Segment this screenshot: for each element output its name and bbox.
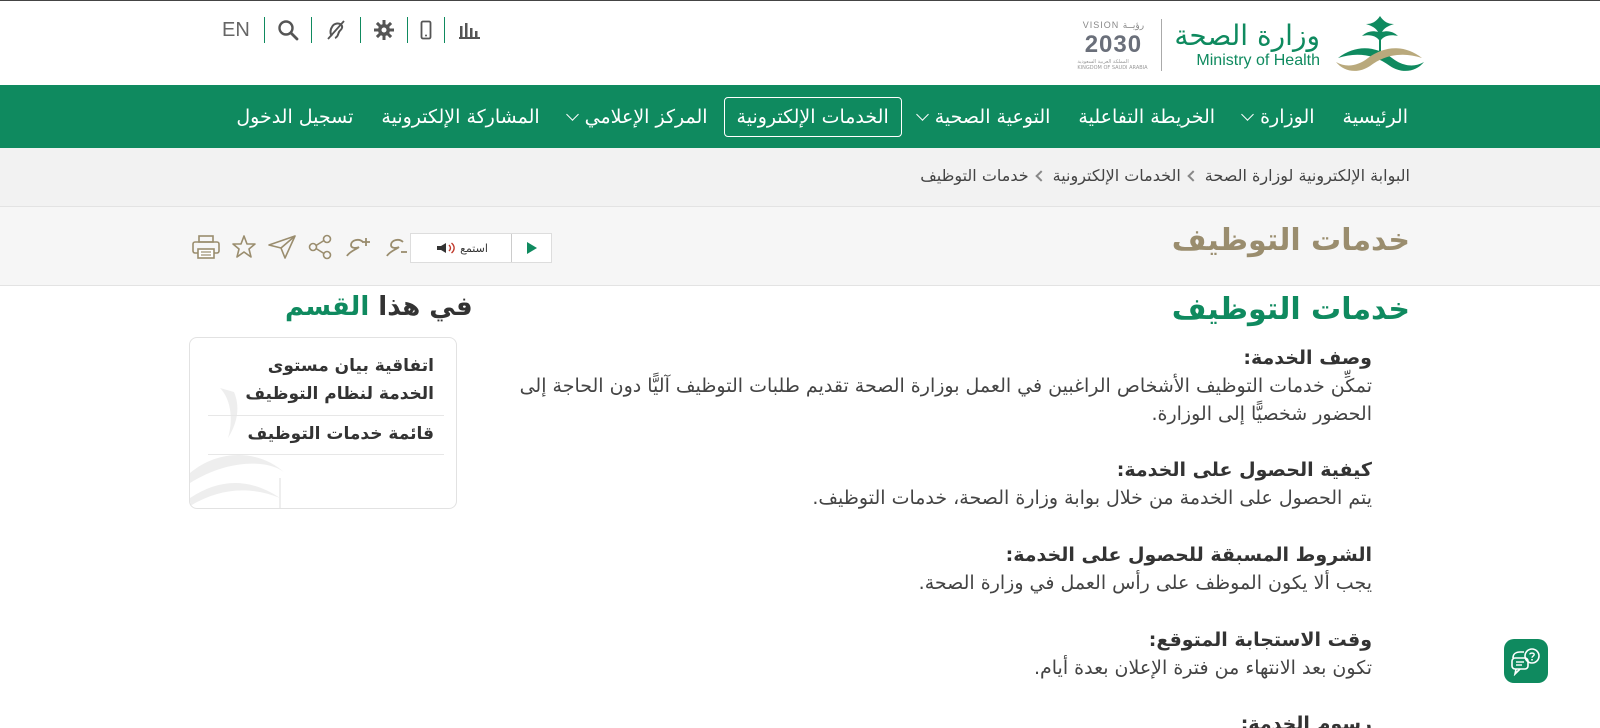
- font-decrease-icon: [386, 238, 407, 257]
- nav-item-ministry[interactable]: الوزارة: [1231, 98, 1326, 136]
- vision-sub-text: المملكة العربية السعودية KINGDOM OF SAUD…: [1077, 58, 1148, 71]
- palm-swords-logo-icon: [1336, 16, 1424, 71]
- section-service-fees: رسوم الخدمة:: [476, 710, 1372, 728]
- stats-chart-icon: [458, 23, 480, 39]
- sidebar-box: اتفاقية بيان مستوى الخدمة لنظام التوظيف …: [189, 337, 457, 509]
- listen-label-wrap: استمع: [411, 241, 511, 255]
- page-actions: [190, 229, 412, 265]
- section-text: يجب ألا يكون الموظف على رأس العمل في وزا…: [918, 572, 1372, 594]
- chevron-down-icon: [1241, 107, 1254, 121]
- section-service-description: وصف الخدمة: تمكِّن خدمات التوظيف الأشخاص…: [476, 344, 1372, 428]
- font-increase-icon: [346, 238, 370, 257]
- nav-item-login[interactable]: تسجيل الدخول: [224, 98, 365, 136]
- nav-item-e-participation[interactable]: المشاركة الإلكترونية: [369, 98, 551, 136]
- nav-item-label: الخدمات الإلكترونية: [736, 105, 889, 128]
- nav-item-interactive-map[interactable]: الخريطة التفاعلية: [1066, 98, 1227, 136]
- nav-item-label: الخريطة التفاعلية: [1078, 105, 1216, 128]
- breadcrumb: البوابة الإلكترونية لوزارة الصحة الخدمات…: [920, 166, 1410, 185]
- sidebar-link-sla-agreement[interactable]: اتفاقية بيان مستوى الخدمة لنظام التوظيف: [224, 352, 434, 408]
- send-icon: [268, 235, 296, 259]
- section-how-to-obtain: كيفية الحصول على الخدمة: يتم الحصول على …: [476, 456, 1372, 512]
- settings-button[interactable]: [361, 16, 407, 44]
- print-button[interactable]: [190, 231, 222, 263]
- content-title: خدمات التوظيف: [1171, 292, 1410, 327]
- font-decrease-button[interactable]: [380, 231, 412, 263]
- language-switch-link[interactable]: EN: [218, 19, 264, 42]
- section-prerequisites: الشروط المسبقة للحصول على الخدمة: يجب أل…: [476, 541, 1372, 597]
- logo-arabic-text: وزارة الصحة: [1174, 18, 1320, 52]
- page-title: خدمات التوظيف: [1171, 223, 1410, 258]
- font-increase-button[interactable]: [342, 231, 374, 263]
- nav-list: الرئيسية الوزارة الخريطة التفاعلية التوع…: [224, 85, 1420, 148]
- sidebar-title-dark: في هذا: [378, 292, 473, 322]
- page-title-bar: خدمات التوظيف استمع: [0, 206, 1600, 286]
- search-icon: [278, 20, 299, 41]
- breadcrumb-link-e-services[interactable]: الخدمات الإلكترونية: [1053, 166, 1181, 185]
- play-button[interactable]: [511, 234, 551, 262]
- chevron-down-icon: [915, 107, 929, 121]
- sidebar-link-services-list[interactable]: قائمة خدمات التوظيف: [224, 420, 434, 448]
- chevron-down-icon: [565, 107, 579, 121]
- nav-item-home[interactable]: الرئيسية: [1331, 98, 1420, 136]
- section-heading: الشروط المسبقة للحصول على الخدمة:: [1005, 544, 1372, 566]
- nav-item-health-awareness[interactable]: التوعية الصحية: [906, 98, 1063, 136]
- section-text: تمكِّن خدمات التوظيف الأشخاص الراغبين في…: [519, 375, 1372, 425]
- main-navigation: الرئيسية الوزارة الخريطة التفاعلية التوع…: [0, 85, 1600, 148]
- chat-support-button[interactable]: [1504, 639, 1548, 683]
- section-heading: كيفية الحصول على الخدمة:: [1116, 459, 1372, 481]
- favorite-button[interactable]: [228, 231, 260, 263]
- chevron-left-icon: [1187, 169, 1199, 182]
- chevron-left-icon: [1034, 169, 1047, 182]
- sidebar-title-green: القسم: [285, 292, 370, 322]
- vision-top-text: VISION رؤيــة: [1082, 19, 1145, 30]
- section-heading: رسوم الخدمة:: [1240, 713, 1372, 728]
- statistics-button[interactable]: [445, 16, 493, 44]
- logo-divider: [1161, 19, 1163, 71]
- breadcrumb-link-portal[interactable]: البوابة الإلكترونية لوزارة الصحة: [1205, 166, 1410, 185]
- nav-item-label: المشاركة الإلكترونية: [381, 105, 540, 128]
- section-heading: وقت الاستجابة المتوقع:: [1148, 629, 1372, 651]
- top-bar: وزارة الصحة Ministry of Health VISION رؤ…: [0, 0, 1600, 85]
- chat-question-icon: [1511, 648, 1540, 676]
- accessibility-ear-icon: [327, 20, 345, 40]
- breadcrumb-current: خدمات التوظيف: [920, 166, 1029, 185]
- utility-toolbar: EN: [218, 15, 493, 45]
- print-icon: [192, 235, 220, 259]
- accessibility-button[interactable]: [312, 16, 360, 44]
- gear-icon: [373, 20, 394, 40]
- share-button[interactable]: [304, 231, 336, 263]
- logo-text: وزارة الصحة Ministry of Health: [1174, 18, 1320, 69]
- vision-2030-logo: VISION رؤيــة 2030 المملكة العربية السعو…: [1077, 17, 1149, 73]
- speaker-icon: [437, 242, 455, 254]
- nav-item-media-center[interactable]: المركز الإعلامي: [556, 98, 720, 136]
- nav-item-label: المركز الإعلامي: [584, 105, 708, 128]
- nav-item-label: تسجيل الدخول: [236, 105, 354, 128]
- play-icon: [526, 242, 537, 254]
- nav-item-label: الوزارة: [1260, 105, 1315, 128]
- sidebar-divider: [208, 454, 444, 455]
- vision-year-text: 2030: [1084, 30, 1143, 58]
- mobile-app-button[interactable]: [408, 16, 444, 44]
- section-response-time: وقت الاستجابة المتوقع: تكون بعد الانتهاء…: [476, 626, 1372, 682]
- sidebar-title: في هذا القسم: [285, 292, 473, 322]
- nav-item-label: التوعية الصحية: [934, 105, 1051, 128]
- mobile-icon: [420, 20, 432, 40]
- listen-label: استمع: [460, 241, 488, 255]
- nav-item-label: الرئيسية: [1342, 105, 1408, 128]
- breadcrumb-bar: البوابة الإلكترونية لوزارة الصحة الخدمات…: [0, 148, 1600, 206]
- ministry-logo[interactable]: وزارة الصحة Ministry of Health VISION رؤ…: [1077, 11, 1428, 79]
- section-heading: وصف الخدمة:: [1243, 347, 1372, 369]
- send-button[interactable]: [266, 231, 298, 263]
- listen-player[interactable]: استمع: [410, 233, 552, 263]
- logo-english-text: Ministry of Health: [1196, 51, 1320, 69]
- section-text: تكون بعد الانتهاء من فترة الإعلان بعدة أ…: [1033, 657, 1372, 679]
- section-text: يتم الحصول على الخدمة من خلال بوابة وزار…: [812, 487, 1372, 509]
- search-button[interactable]: [265, 16, 311, 44]
- nav-item-e-services[interactable]: الخدمات الإلكترونية: [723, 96, 902, 137]
- sidebar-divider: [208, 415, 444, 416]
- star-icon: [232, 235, 256, 258]
- share-icon: [308, 234, 332, 260]
